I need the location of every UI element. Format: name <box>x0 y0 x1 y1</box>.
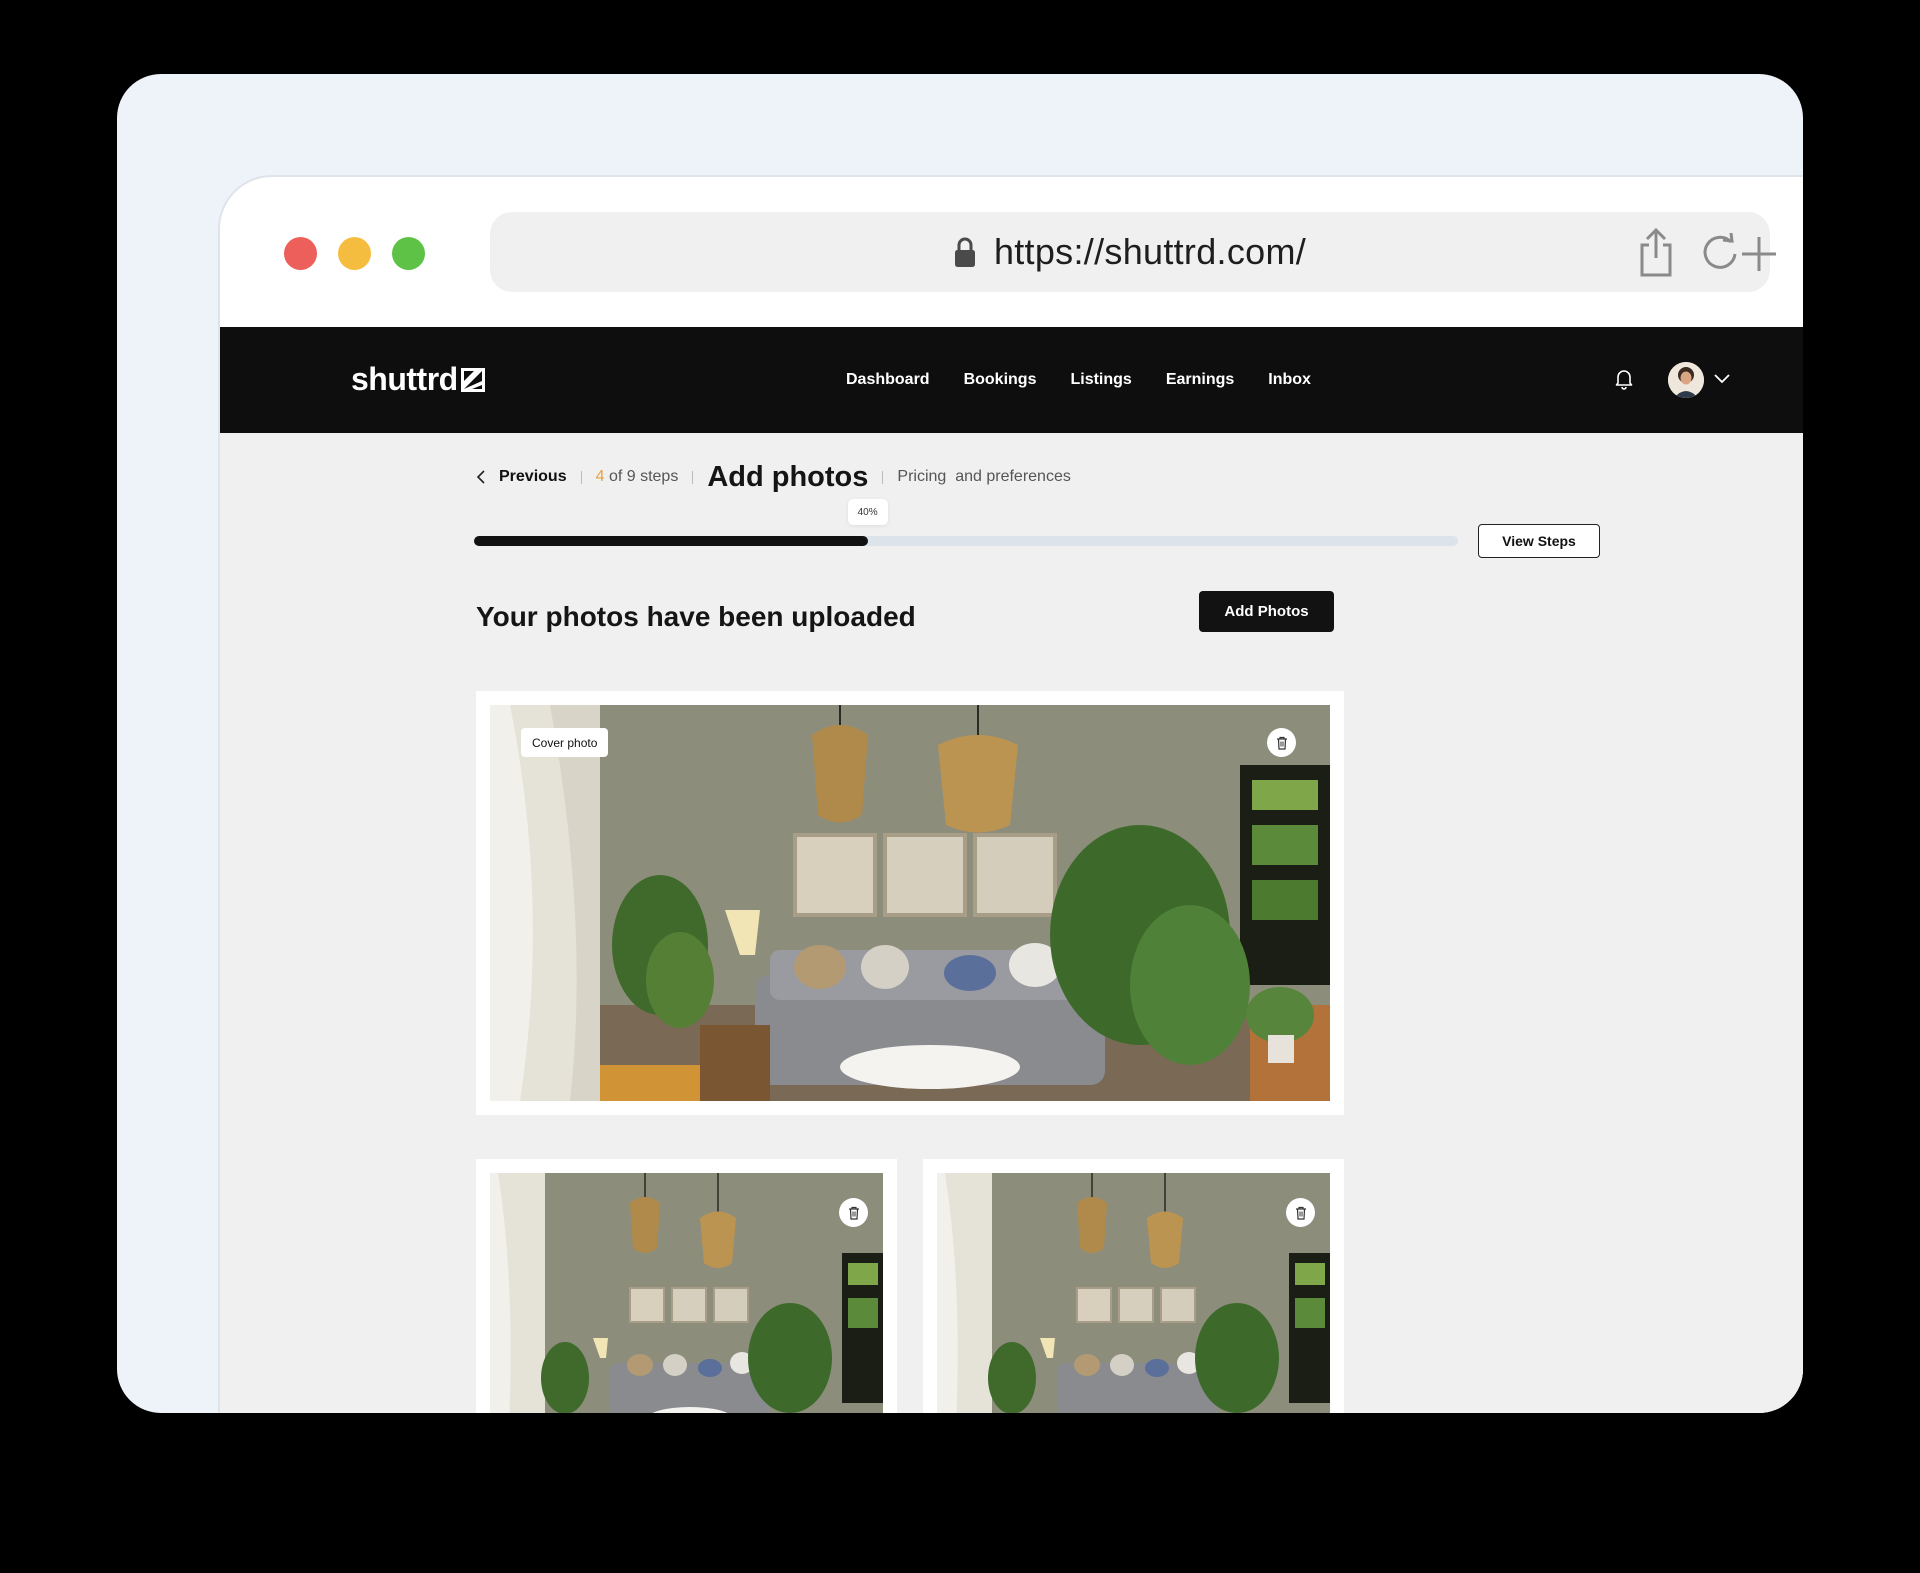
section-heading: Your photos have been uploaded <box>476 601 916 632</box>
room-photo <box>490 1173 883 1413</box>
view-steps-button[interactable]: View Steps <box>1478 524 1600 558</box>
photo-card[interactable] <box>923 1159 1344 1413</box>
trash-icon <box>1295 1206 1306 1220</box>
step-total: of 9 steps <box>604 468 679 485</box>
step-current: 4 <box>595 468 605 485</box>
url-text[interactable]: https://shuttrd.com/ <box>994 231 1306 273</box>
maximize-window-button[interactable] <box>392 237 425 270</box>
living-room-image <box>490 1173 883 1413</box>
logo-text: shuttrd <box>351 361 458 397</box>
nav-dashboard[interactable]: Dashboard <box>846 371 930 389</box>
chevron-left-icon <box>476 470 485 484</box>
browser-window: https://shuttrd.com/ shuttrd Dashboard B… <box>218 175 1803 1413</box>
share-icon[interactable] <box>1637 227 1675 279</box>
nav-links: Dashboard Bookings Listings Earnings Inb… <box>846 327 1311 433</box>
step-header: Previous 4 of 9 steps Add photos Pricing… <box>476 459 1071 495</box>
window-controls <box>284 237 425 270</box>
nav-earnings[interactable]: Earnings <box>1166 371 1234 389</box>
brand-logo[interactable]: shuttrd <box>351 361 486 398</box>
cover-photo-badge: Cover photo <box>521 728 609 757</box>
previous-button[interactable]: Previous <box>476 468 567 486</box>
address-bar[interactable]: https://shuttrd.com/ <box>490 212 1776 292</box>
divider <box>882 470 884 484</box>
step-counter: 4 of 9 steps <box>596 468 679 486</box>
trash-icon <box>1276 736 1287 750</box>
reload-icon[interactable] <box>1701 230 1741 272</box>
room-photo <box>490 705 1330 1101</box>
room-photo <box>937 1173 1330 1413</box>
living-room-image <box>490 705 1330 1101</box>
nav-inbox[interactable]: Inbox <box>1268 371 1311 389</box>
photo-card[interactable] <box>476 1159 897 1413</box>
nav-bookings[interactable]: Bookings <box>964 371 1037 389</box>
lock-icon <box>954 237 975 267</box>
divider <box>580 470 582 484</box>
delete-photo-button[interactable] <box>1267 728 1296 757</box>
main-content: Previous 4 of 9 steps Add photos Pricing… <box>220 433 1803 1413</box>
progress-fill <box>474 536 868 546</box>
progress-tooltip: 40% <box>847 499 888 525</box>
living-room-image <box>937 1173 1330 1413</box>
delete-photo-button[interactable] <box>1286 1198 1315 1227</box>
divider <box>692 470 694 484</box>
close-window-button[interactable] <box>284 237 317 270</box>
nav-listings[interactable]: Listings <box>1070 371 1131 389</box>
top-navigation: shuttrd Dashboard Bookings Listings Earn… <box>220 327 1803 433</box>
previous-label: Previous <box>499 468 567 485</box>
logo-mark-icon <box>460 367 485 392</box>
chevron-down-icon[interactable] <box>1714 374 1730 384</box>
cover-photo-card[interactable]: Cover photo <box>476 691 1344 1115</box>
user-avatar[interactable] <box>1668 362 1704 398</box>
new-tab-icon[interactable] <box>1739 234 1779 274</box>
delete-photo-button[interactable] <box>839 1198 868 1227</box>
avatar-image <box>1668 362 1704 398</box>
bell-icon[interactable] <box>1614 368 1634 390</box>
add-photos-button[interactable]: Add Photos <box>1199 591 1334 632</box>
minimize-window-button[interactable] <box>338 237 371 270</box>
progress-bar <box>474 536 1458 546</box>
device-frame: https://shuttrd.com/ shuttrd Dashboard B… <box>117 74 1803 1413</box>
page-title: Add photos <box>707 460 869 493</box>
trash-icon <box>848 1206 859 1220</box>
next-step-label[interactable]: Pricing and preferences <box>897 468 1070 486</box>
